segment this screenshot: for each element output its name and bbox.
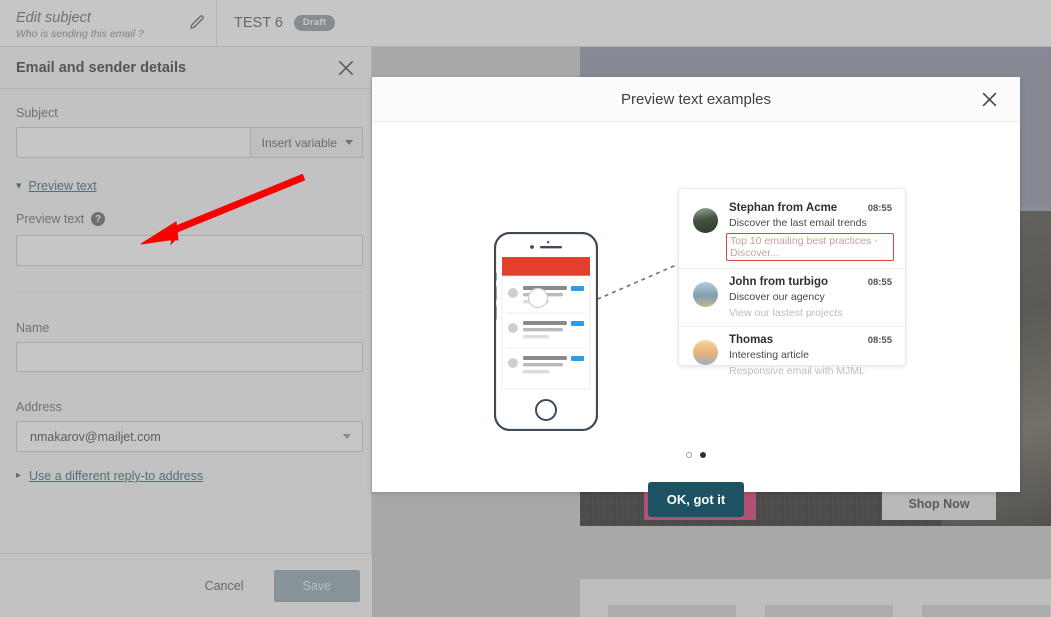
carousel-pagination [372, 452, 1020, 458]
modal-header: Preview text examples [372, 77, 1020, 122]
screenshot-root: Edit subject Who is sending this email ?… [0, 0, 1051, 617]
email-preview-list: Stephan from Acme 08:55 Discover the las… [678, 188, 906, 377]
mail-header-row: Stephan from Acme 08:55 [729, 202, 892, 214]
mail-subject: Discover the last email trends [729, 217, 867, 229]
mail-preview-text: View our lastest projects [729, 307, 843, 319]
mail-content: Thomas 08:55 Interesting article Respons… [729, 334, 892, 377]
mail-preview-text-highlighted: Top 10 emailing best practices - Discove… [726, 233, 894, 261]
mail-timestamp: 08:55 [867, 277, 892, 288]
avatar [693, 340, 718, 365]
ok-got-it-button[interactable]: OK, got it [647, 482, 745, 517]
list-item[interactable]: Stephan from Acme 08:55 Discover the las… [679, 195, 905, 269]
list-item[interactable]: John from turbigo 08:55 Discover our age… [679, 269, 905, 327]
close-icon[interactable] [980, 90, 999, 109]
mail-subject: Interesting article [729, 349, 809, 361]
mail-sender: John from turbigo [729, 276, 829, 288]
mail-subject: Discover our agency [729, 291, 825, 303]
pagination-dot-1[interactable] [686, 452, 692, 458]
mail-sender: Stephan from Acme [729, 202, 838, 214]
modal-footer: OK, got it [372, 482, 1020, 517]
avatar [693, 282, 718, 307]
avatar [693, 208, 718, 233]
preview-text-examples-modal: Preview text examples Stephan from Acme … [372, 77, 1020, 517]
pagination-dot-2[interactable] [700, 452, 706, 458]
modal-title: Preview text examples [620, 90, 772, 108]
modal-body: Stephan from Acme 08:55 Discover the las… [372, 122, 1020, 517]
mail-content: Stephan from Acme 08:55 Discover the las… [726, 202, 894, 261]
mail-sender: Thomas [729, 334, 774, 346]
mail-header-row: Thomas 08:55 [729, 334, 892, 346]
phone-mockup-illustration [494, 232, 598, 431]
list-item[interactable]: Thomas 08:55 Interesting article Respons… [679, 327, 905, 384]
mail-preview-text: Responsive email with MJML [729, 365, 865, 377]
mail-timestamp: 08:55 [867, 335, 892, 346]
mail-content: John from turbigo 08:55 Discover our age… [729, 276, 892, 319]
mail-header-row: John from turbigo 08:55 [729, 276, 892, 288]
mail-timestamp: 08:55 [867, 203, 892, 214]
